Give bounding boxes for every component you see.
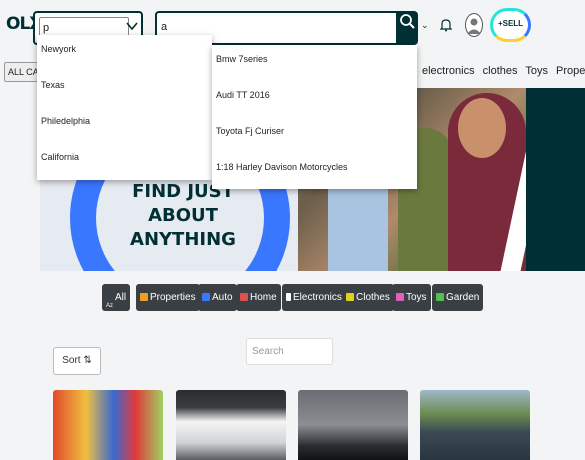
filter-garden-button[interactable]: Garden (432, 284, 484, 311)
person-face (458, 98, 506, 158)
car-icon (202, 293, 210, 302)
banner-dark-panel (526, 88, 585, 271)
catlink-clothes[interactable]: clothes (483, 65, 518, 77)
product-card[interactable] (298, 390, 408, 460)
sort-button[interactable]: Sort ⇅ (53, 347, 101, 375)
catlink-properties[interactable]: Properties (556, 65, 585, 77)
user-icon (467, 18, 481, 34)
product-card[interactable] (53, 390, 163, 460)
suggestion-item[interactable]: Bmw 7series (216, 54, 268, 64)
sell-label: SELL (502, 19, 524, 28)
banner-line2: ANYTHING (130, 229, 236, 250)
house-icon (240, 293, 248, 302)
banner-headline: FIND JUST ABOUT ANYTHING (98, 180, 268, 252)
location-option[interactable]: Philedelphia (41, 116, 90, 126)
listing-search-input[interactable]: Search (246, 338, 333, 365)
location-option[interactable]: Texas (41, 80, 65, 90)
filter-auto-button[interactable]: Auto (198, 284, 237, 311)
catlink-electronics[interactable]: electronics (422, 65, 475, 77)
search-input-value: a (161, 21, 168, 33)
chevron-down-icon[interactable] (125, 19, 139, 33)
phone-icon (286, 293, 291, 302)
product-card[interactable] (176, 390, 286, 460)
avatar[interactable] (465, 13, 483, 37)
search-suggestions-dropdown: Bmw 7series Audi TT 2016 Toyota Fj Curis… (212, 45, 417, 189)
location-option[interactable]: California (41, 152, 79, 162)
sort-icon: ⇅ (83, 355, 92, 366)
suggestion-item[interactable]: 1:18 Harley Davison Motorcycles (216, 162, 348, 172)
filter-clothes-button[interactable]: Clothes (342, 284, 394, 311)
language-chevron-icon[interactable]: ⌄ (421, 20, 429, 31)
location-dropdown: Newyork Texas Philedelphia California (37, 35, 212, 180)
shirt-icon (346, 293, 354, 302)
az-icon: Az (106, 303, 114, 310)
catlink-toys[interactable]: Toys (525, 65, 548, 77)
product-card[interactable] (420, 390, 530, 460)
search-icon (400, 14, 415, 29)
home-icon (140, 293, 148, 302)
filter-properties-button[interactable]: Properties (136, 284, 200, 311)
search-button[interactable] (396, 11, 418, 45)
filter-home-button[interactable]: Home (236, 284, 281, 311)
sell-button[interactable]: +SELL (490, 8, 531, 42)
toy-icon (396, 293, 404, 302)
bell-icon[interactable] (440, 18, 452, 32)
filter-toys-button[interactable]: Toys (392, 284, 431, 311)
filter-electronics-button[interactable]: Electronics (282, 284, 346, 311)
location-option[interactable]: Newyork (41, 44, 76, 54)
sort-label: Sort (62, 355, 81, 366)
plant-icon (436, 293, 444, 302)
category-links: electronics clothes Toys Properties (422, 65, 585, 77)
suggestion-item[interactable]: Audi TT 2016 (216, 90, 270, 100)
suggestion-item[interactable]: Toyota Fj Curiser (216, 126, 284, 136)
filter-all-button[interactable]: AzAll (102, 284, 131, 311)
